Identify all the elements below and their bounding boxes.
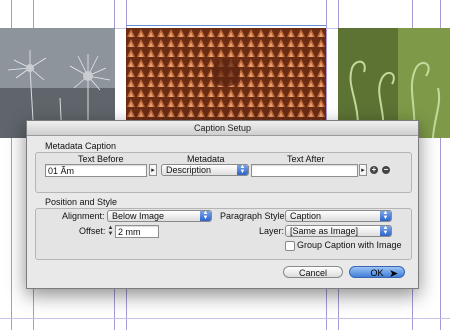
metadata-select-value: Description (166, 165, 212, 175)
text-after-field[interactable] (251, 164, 358, 177)
layer-select-value: [Same as Image] (290, 226, 359, 236)
paragraph-style-select-value: Caption (290, 211, 322, 221)
offset-stepper[interactable]: ▲ ▼ (107, 225, 114, 237)
offset-field[interactable]: 2 mm (115, 225, 159, 238)
alignment-select-value: Below Image (112, 211, 165, 221)
plus-icon: + (371, 165, 377, 174)
metadata-select[interactable]: Description ▲ ▼ (161, 164, 249, 176)
text-before-label: Text Before (78, 154, 124, 164)
text-before-field[interactable]: 01 Ãm (45, 164, 147, 177)
paragraph-style-select[interactable]: Caption ▲ ▼ (285, 210, 392, 222)
updown-arrows-icon: ▲ ▼ (380, 226, 391, 236)
layout-guide (0, 318, 450, 319)
metadata-label: Metadata (187, 154, 225, 164)
insert-special-character-button[interactable]: ▸ (149, 164, 157, 176)
metadata-caption-group-title: Metadata Caption (45, 141, 117, 151)
layer-label: Layer: (259, 226, 285, 236)
paragraph-style-label: Paragraph Style: (220, 211, 288, 221)
mouse-pointer-icon: ➤ (389, 268, 399, 280)
add-metadata-row-button[interactable]: + (370, 166, 378, 174)
cancel-button[interactable]: Cancel (283, 266, 343, 278)
remove-metadata-row-button[interactable]: − (382, 166, 390, 174)
updown-arrows-icon: ▲ ▼ (380, 211, 391, 221)
alignment-select[interactable]: Below Image ▲ ▼ (107, 210, 212, 222)
updown-arrows-icon: ▲ ▼ (237, 165, 248, 175)
selected-frame-edge (126, 25, 326, 29)
dialog-title: Caption Setup (27, 121, 418, 136)
updown-arrows-icon: ▲ ▼ (200, 211, 211, 221)
caption-setup-dialog: Caption Setup Metadata Caption Text Befo… (26, 120, 419, 289)
minus-icon: − (383, 165, 389, 174)
group-caption-checkbox[interactable] (285, 241, 295, 251)
text-after-label: Text After (287, 154, 325, 164)
alignment-label: Alignment: (62, 211, 105, 221)
insert-special-character-button-after[interactable]: ▸ (359, 164, 367, 176)
triangle-right-icon: ▸ (361, 167, 365, 174)
triangle-right-icon: ▸ (151, 167, 155, 174)
layer-select[interactable]: [Same as Image] ▲ ▼ (285, 225, 392, 237)
group-caption-label[interactable]: Group Caption with Image (297, 240, 402, 250)
position-style-group-title: Position and Style (45, 197, 118, 207)
offset-label: Offset: (79, 226, 106, 236)
